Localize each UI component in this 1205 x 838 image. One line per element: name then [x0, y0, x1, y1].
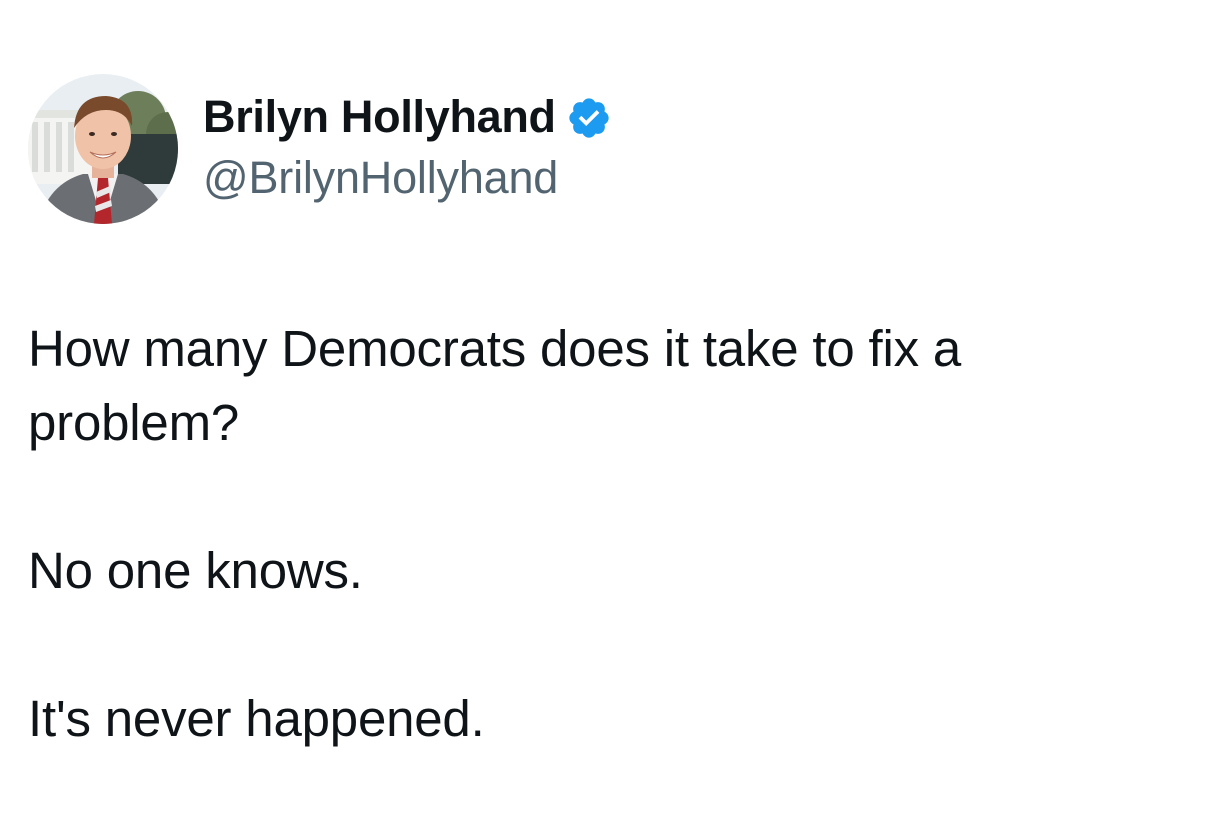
- display-name[interactable]: Brilyn Hollyhand: [203, 91, 556, 143]
- name-row: Brilyn Hollyhand: [203, 88, 612, 146]
- tweet-text: How many Democrats does it take to fix a…: [28, 312, 1178, 756]
- avatar-photo-icon: [28, 74, 178, 224]
- author-handle[interactable]: @BrilynHollyhand: [203, 152, 612, 204]
- author-identity: Brilyn Hollyhand @BrilynHollyhand: [203, 88, 612, 204]
- tweet-paragraph-punchline: It's never happened.: [28, 690, 485, 747]
- tweet-header: Brilyn Hollyhand @BrilynHollyhand: [28, 74, 612, 224]
- tweet-paragraph-answer: No one knows.: [28, 542, 363, 599]
- tweet-paragraph-question: How many Democrats does it take to fix a…: [28, 320, 962, 451]
- tweet-card: Brilyn Hollyhand @BrilynHollyhand How ma…: [0, 0, 1205, 838]
- avatar[interactable]: [28, 74, 178, 224]
- verified-badge-icon: [566, 95, 612, 141]
